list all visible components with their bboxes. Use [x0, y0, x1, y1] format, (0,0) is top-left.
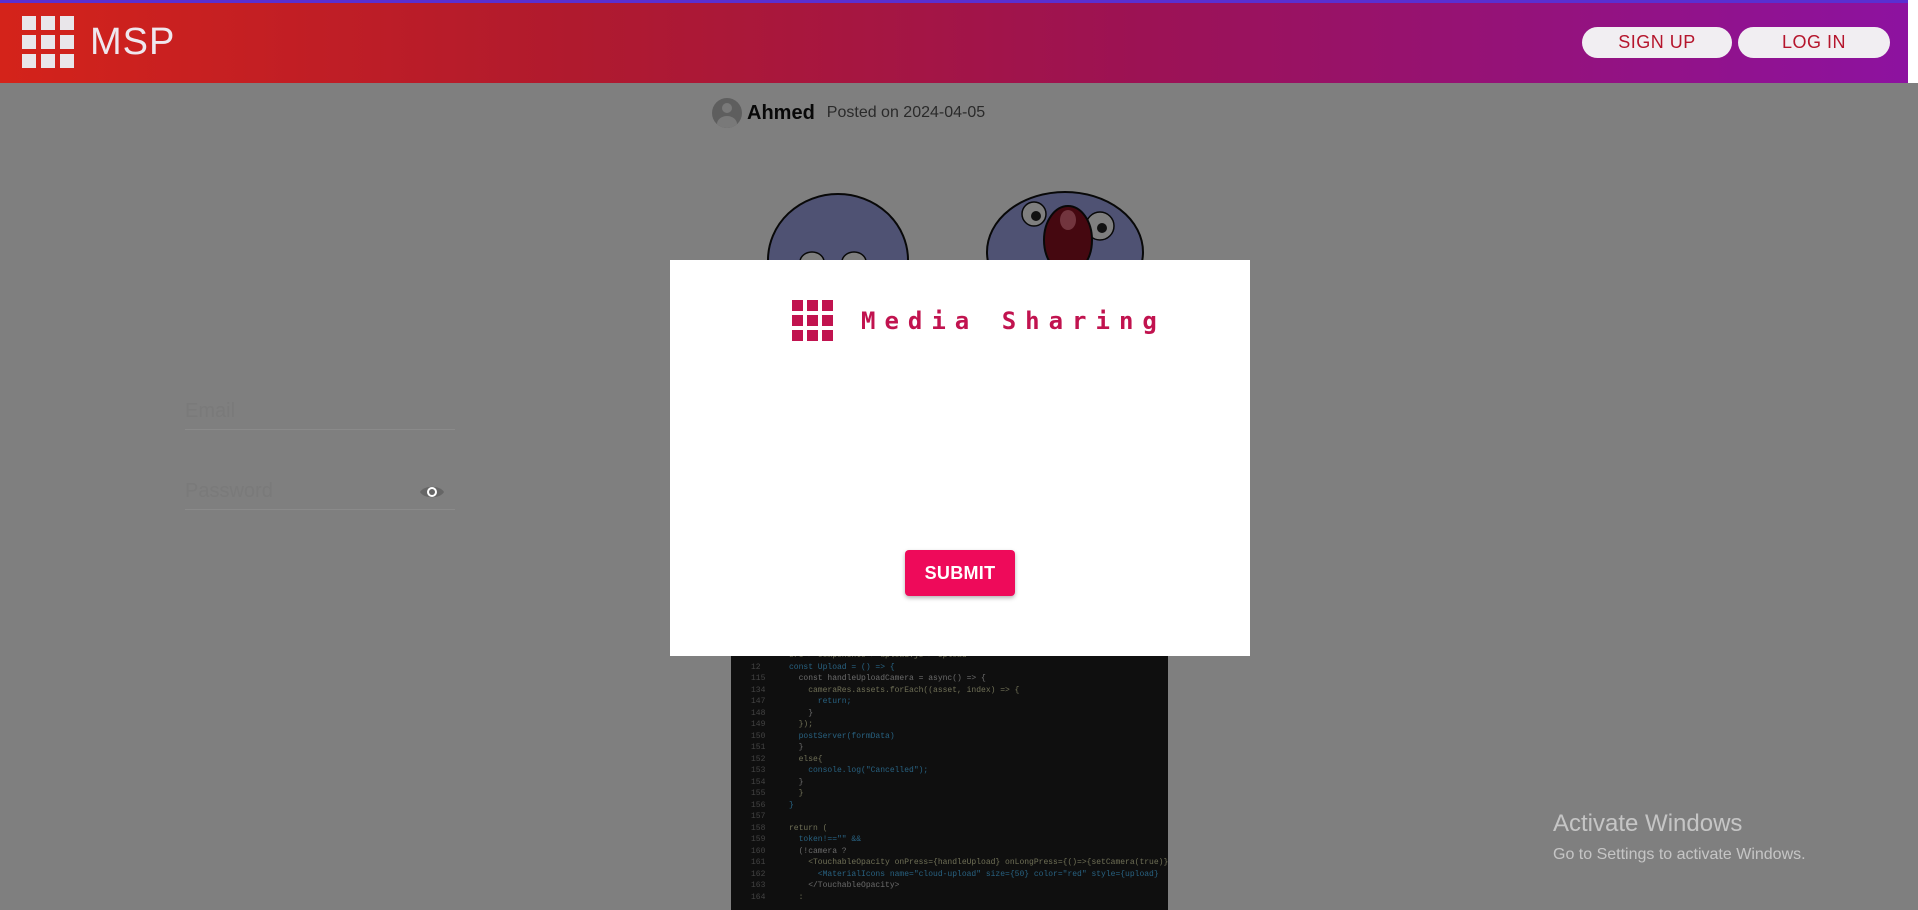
password-field[interactable]: [185, 465, 455, 510]
email-input[interactable]: [185, 400, 415, 423]
log-in-button[interactable]: LOG IN: [1738, 27, 1890, 58]
app-logo[interactable]: MSP: [22, 16, 175, 68]
top-app-bar: MSP SIGN UP LOG IN: [0, 0, 1908, 83]
dialog-title: Media Sharing: [861, 306, 1166, 335]
watermark-title: Activate Windows: [1553, 810, 1743, 837]
visibility-eye-icon[interactable]: [419, 483, 445, 501]
grid-logo-icon: [22, 16, 74, 68]
dialog-brand: Media Sharing: [792, 300, 1166, 341]
submit-button[interactable]: SUBMIT: [905, 550, 1015, 596]
watermark-subtitle: Go to Settings to activate Windows.: [1553, 846, 1806, 863]
login-dialog: Media Sharing: [670, 260, 1250, 656]
grid-logo-icon: [792, 300, 833, 341]
email-field[interactable]: [185, 385, 455, 430]
password-input[interactable]: [185, 480, 415, 503]
windows-activation-watermark: Activate Windows Go to Settings to activ…: [1553, 810, 1806, 864]
app-name: MSP: [90, 20, 176, 63]
sign-up-button[interactable]: SIGN UP: [1582, 27, 1732, 58]
